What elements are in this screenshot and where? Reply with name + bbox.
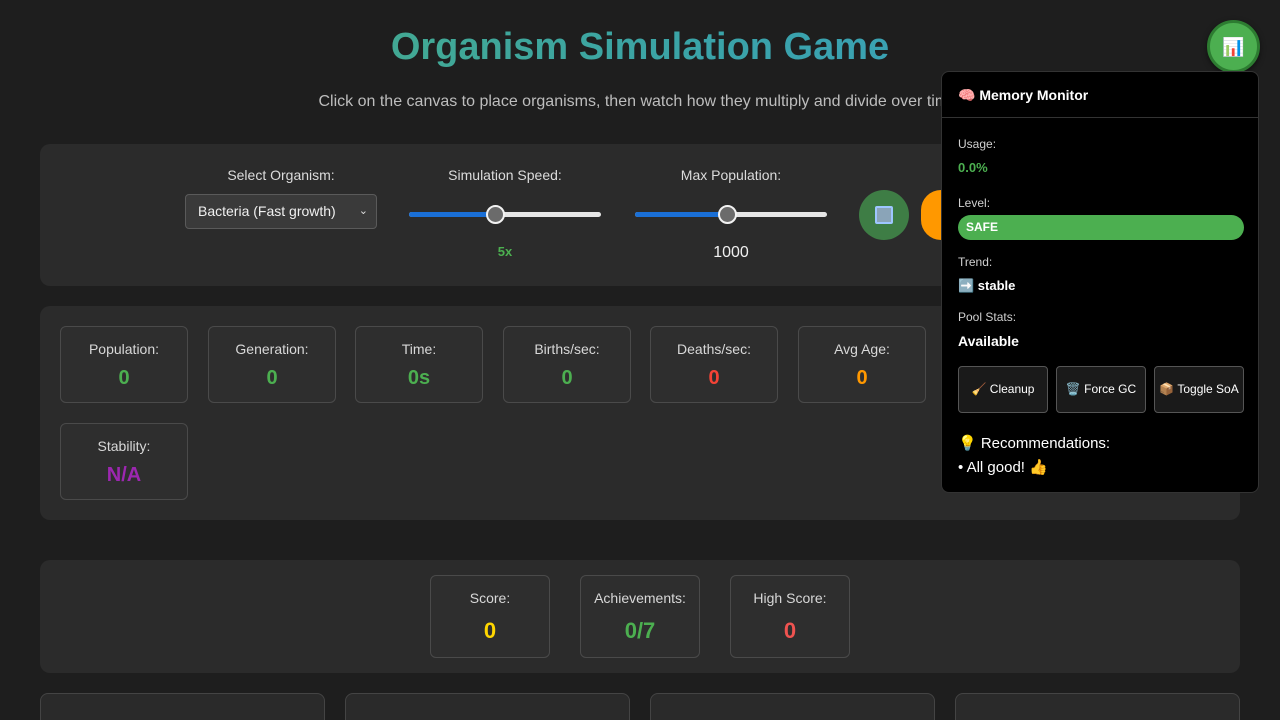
stat-card-deaths: Deaths/sec: 0 [650,326,778,403]
page: Organism Simulation Game Click on the ca… [0,0,1280,720]
grid-toggle-button[interactable] [859,190,909,240]
max-population-label: Max Population: [680,167,782,183]
high-score-value: 0 [783,618,797,643]
stat-value: 0 [118,367,130,389]
force-gc-button[interactable]: 🗑️ Force GC [1056,366,1146,413]
play-button[interactable] [921,190,941,240]
info-card [955,693,1240,720]
usage-value: 0.0% [958,160,988,175]
scores-panel: Score: 0 Achievements: 0/7 High Score: 0 [40,560,1240,673]
max-population-slider[interactable] [635,204,827,224]
high-score-label: High Score: [753,590,827,606]
trend-value: ➡️ stable [958,278,1016,293]
stat-card-generation: Generation: 0 [208,326,336,403]
memory-monitor-toggle-button[interactable]: 📊 [1207,20,1260,73]
usage-label: Usage: [958,137,997,151]
max-population-value: 1000 [713,244,749,261]
score-value: 0 [483,618,497,643]
achievements-card: Achievements: 0/7 [580,575,700,658]
speed-label: Simulation Speed: [448,167,562,183]
speed-slider[interactable] [409,204,601,224]
trend-label: Trend: [958,255,993,269]
level-label: Level: [958,196,991,210]
organism-select-value: Bacteria (Fast growth) [198,203,336,219]
pool-stats-label: Pool Stats: [958,310,1017,324]
organism-label: Select Organism: [227,167,335,183]
score-card: Score: 0 [430,575,550,658]
stat-card-births: Births/sec: 0 [503,326,631,403]
stat-label: Deaths/sec: [677,341,751,357]
recommendations-title: 💡 Recommendations: [958,435,1111,452]
info-card [345,693,630,720]
toggle-soa-button[interactable]: 📦 Toggle SoA [1154,366,1244,413]
memory-monitor-panel: 🧠 Memory Monitor Usage: 0.0% Level: SAFE… [941,71,1259,493]
stat-card-population: Population: 0 [60,326,188,403]
cleanup-button[interactable]: 🧹 Cleanup [958,366,1048,413]
grid-icon [875,206,893,224]
stat-value: 0s [407,367,431,389]
stat-label: Births/sec: [534,341,600,357]
stat-card-time: Time: 0s [355,326,483,403]
stat-label: Population: [88,341,160,357]
speed-slider-fill [409,212,496,217]
bar-chart-icon: 📊 [1222,37,1245,57]
info-card [650,693,935,720]
level-badge: SAFE [958,215,1244,240]
stat-card-stability: Stability: N/A [60,423,188,500]
achievements-value: 0/7 [624,618,656,643]
speed-slider-thumb[interactable] [486,205,506,224]
stat-value: 0 [561,367,573,389]
score-label: Score: [469,590,511,606]
high-score-card: High Score: 0 [730,575,850,658]
stat-label: Generation: [235,341,309,357]
chevron-down-icon: ⌄ [358,205,368,217]
page-title: Organism Simulation Game [0,26,1280,69]
recommendation-item: • All good! 👍 [958,459,1048,476]
max-population-slider-fill [635,212,728,217]
info-card [40,693,325,720]
achievements-label: Achievements: [594,590,686,606]
max-population-slider-thumb[interactable] [718,205,738,224]
speed-value: 5x [497,244,513,259]
organism-select[interactable]: Bacteria (Fast growth) ⌄ [185,194,377,229]
pool-stats-value: Available [958,333,1019,349]
stat-value: 0 [856,367,868,389]
stat-label: Time: [401,341,437,357]
memory-monitor-title: 🧠 Memory Monitor [942,72,1258,118]
stat-label: Stability: [97,438,151,454]
stat-value: 0 [266,367,278,389]
stat-label: Avg Age: [834,341,890,357]
stat-card-avg-age: Avg Age: 0 [798,326,926,403]
stat-value: N/A [106,464,142,486]
stat-value: 0 [708,367,720,389]
